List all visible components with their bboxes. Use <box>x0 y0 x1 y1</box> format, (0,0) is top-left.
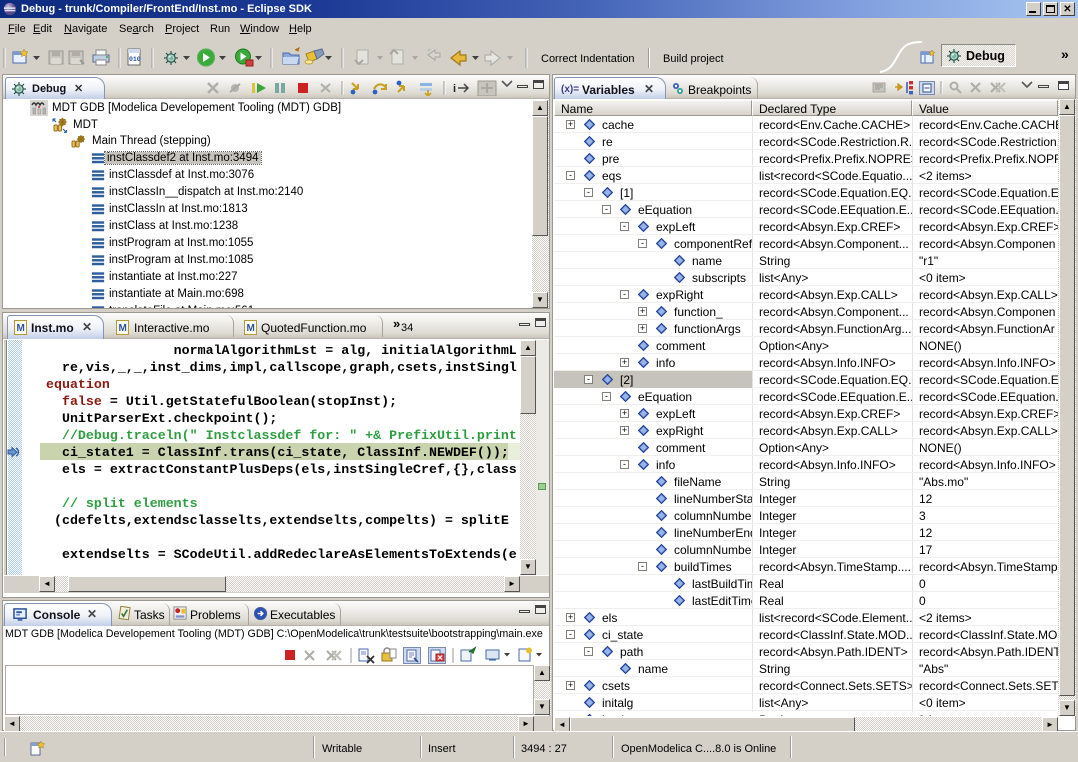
svg-text:M: M <box>247 323 255 334</box>
svg-text:010: 010 <box>129 56 141 63</box>
svg-text:M: M <box>119 323 127 334</box>
svg-text:i: i <box>453 83 456 95</box>
svg-text:M: M <box>17 323 25 334</box>
